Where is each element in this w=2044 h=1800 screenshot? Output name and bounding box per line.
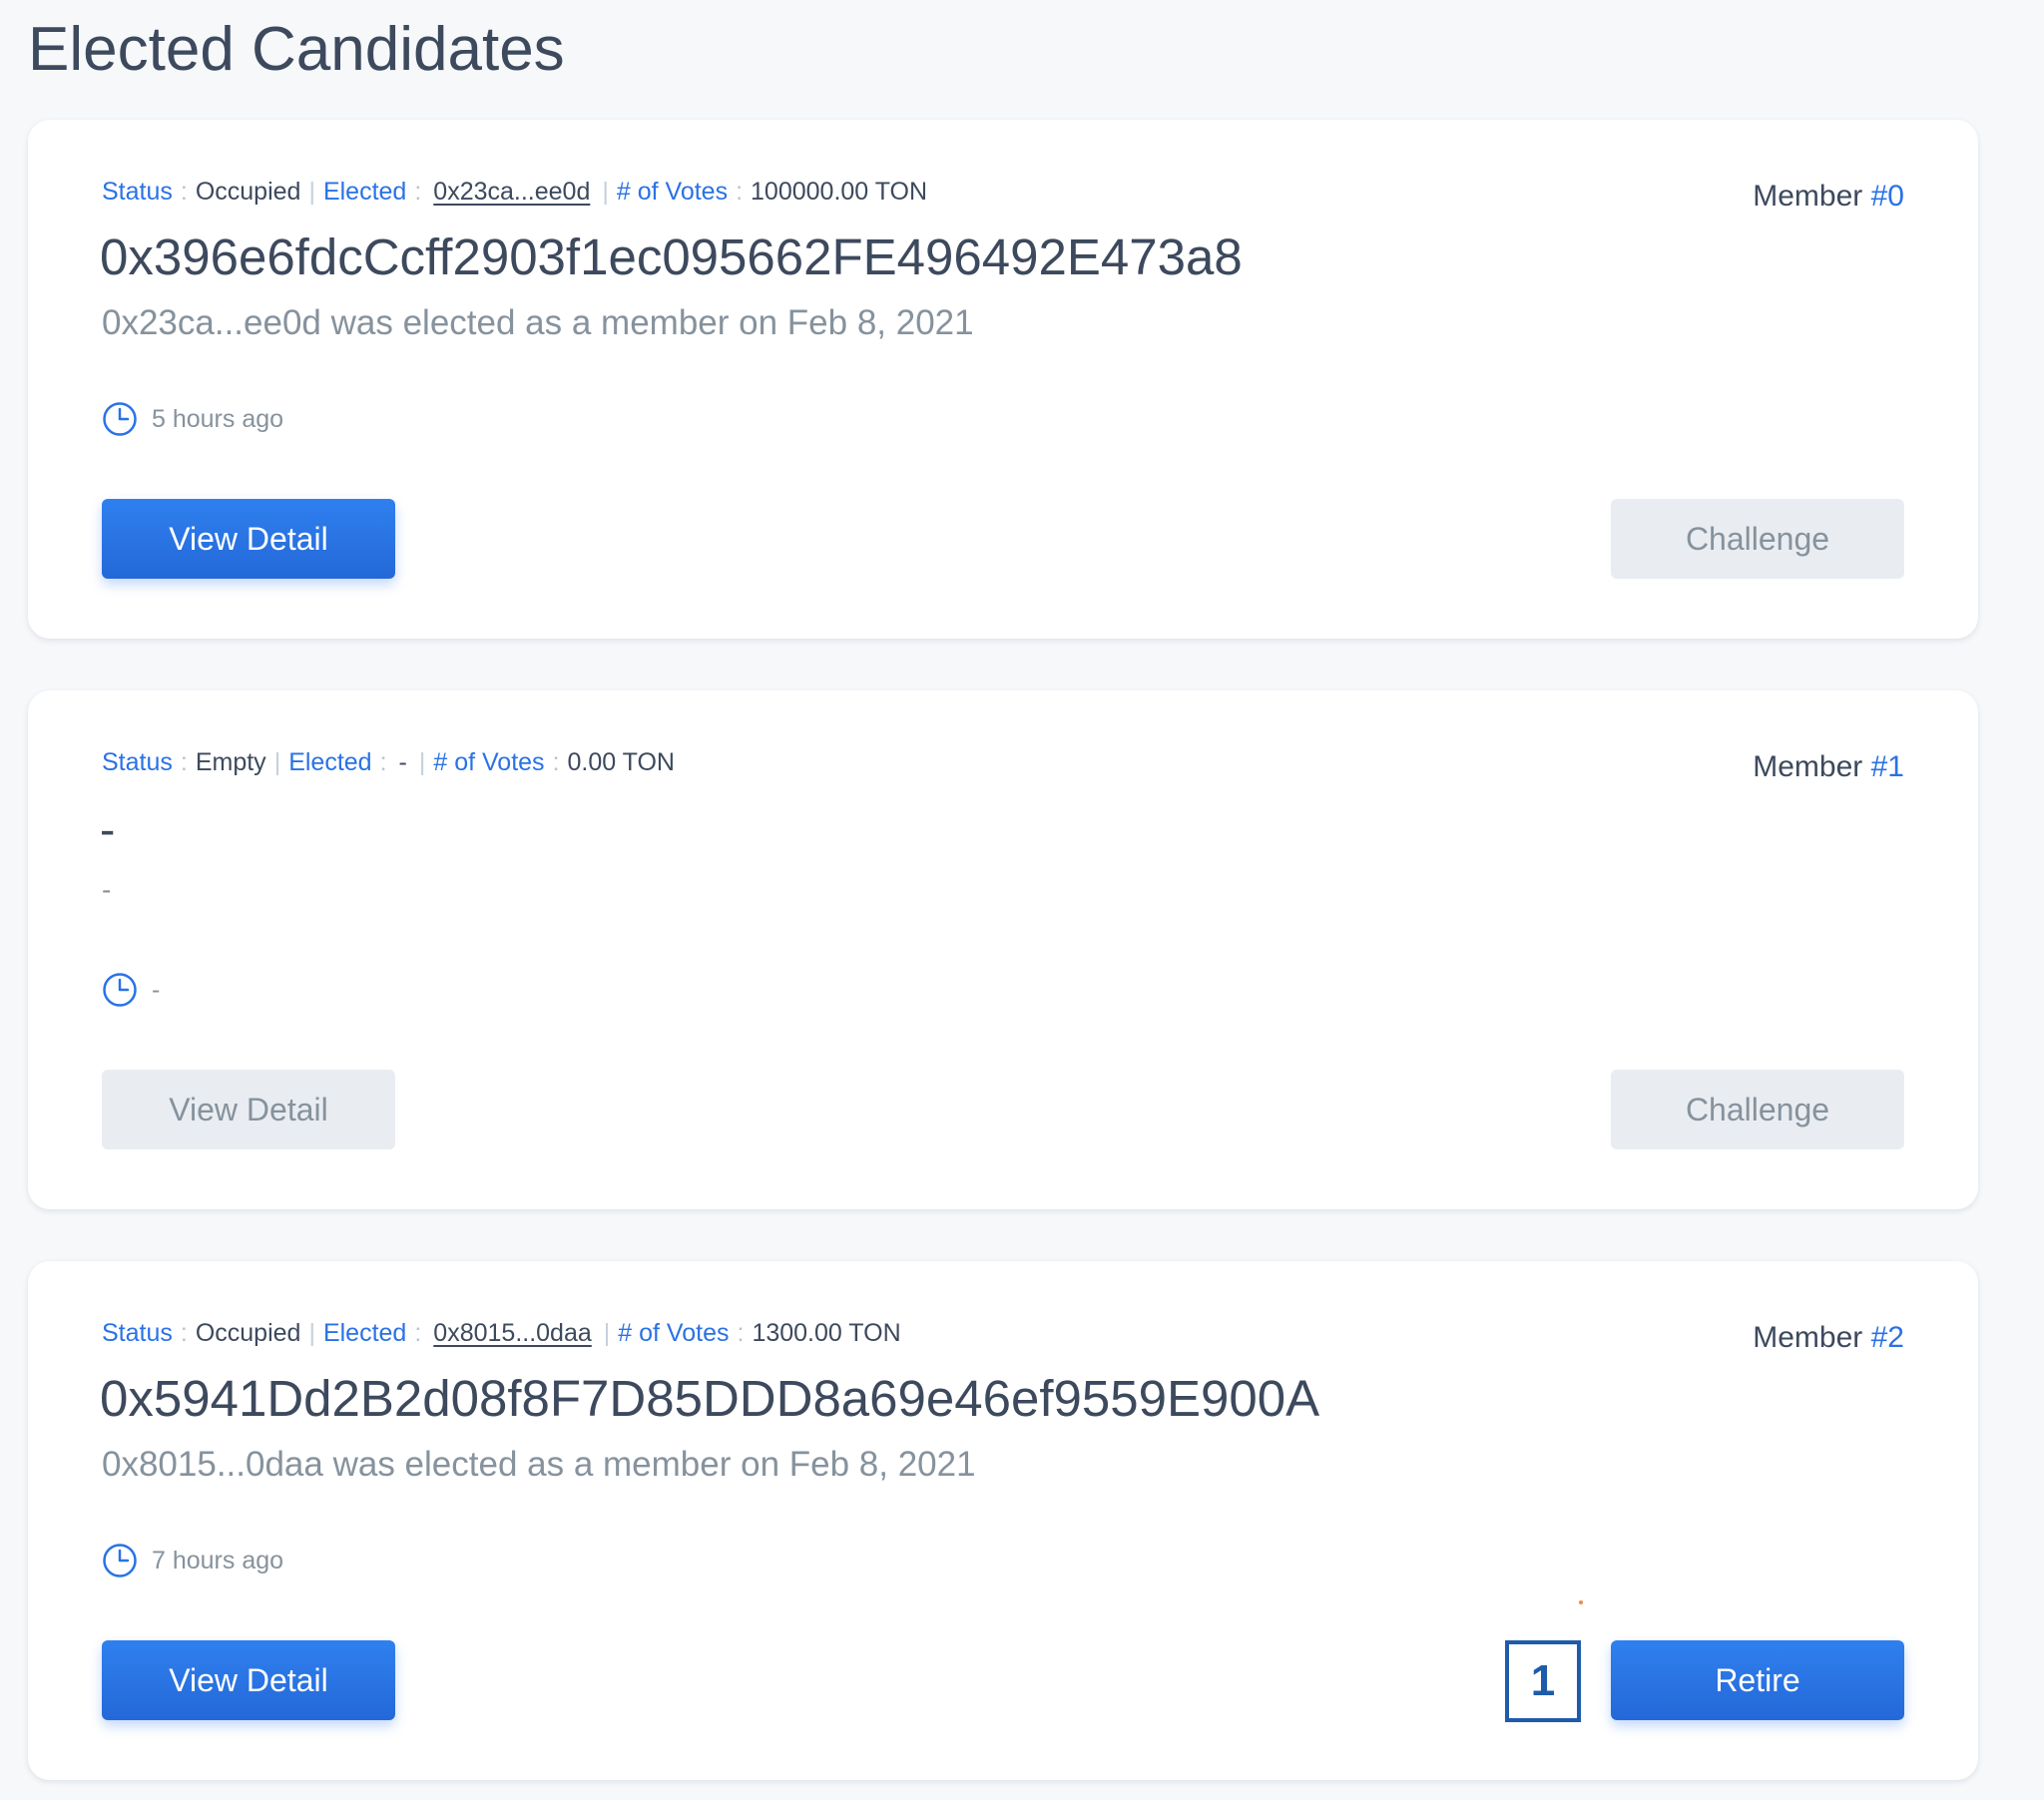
bar-separator: | [603,1319,611,1347]
bar-separator: | [308,1319,315,1347]
time-ago: - [152,975,161,1004]
elected-label: Elected [322,1319,407,1347]
member-number: #0 [1870,180,1904,213]
clock-icon [102,1543,138,1578]
elected-address-link[interactable]: 0x23ca...ee0d [429,178,594,207]
colon-separator: : [414,1319,422,1347]
colon-separator: : [180,1319,188,1347]
status-value: Occupied [195,1319,301,1347]
member-label: Member [1753,1321,1863,1354]
page-title: Elected Candidates [28,15,565,84]
view-detail-button[interactable]: View Detail [102,499,395,579]
card-meta: Status : Empty | Elected : - | # of Vote… [102,748,675,777]
elected-label: Elected [322,178,407,206]
member-number: #1 [1870,750,1904,783]
member-index: Member #2 [1753,1321,1904,1355]
candidate-address: - [100,803,116,855]
candidate-address: 0x396e6fdcCcff2903f1ec095662FE496492E473… [100,228,1243,285]
election-description: 0x23ca...ee0d was elected as a member on… [102,303,974,342]
votes-label: # of Votes [616,178,729,206]
page: Elected Candidates Status : Occupied | E… [0,0,2044,1800]
colon-separator: : [737,1319,745,1347]
elected-address: - [398,748,407,776]
colon-separator: : [414,178,422,206]
bar-separator: | [308,178,315,206]
member-card: Status : Empty | Elected : - | # of Vote… [28,690,1978,1209]
member-card: Status : Occupied | Elected : 0x23ca...e… [28,120,1978,639]
member-card: Status : Occupied | Elected : 0x8015...0… [28,1261,1978,1780]
colon-separator: : [180,748,188,776]
view-detail-button[interactable]: View Detail [102,1640,395,1720]
clock-icon [102,972,138,1008]
card-meta: Status : Occupied | Elected : 0x8015...0… [102,1319,901,1348]
time-row: 5 hours ago [102,401,283,437]
time-ago: 5 hours ago [152,404,284,433]
time-ago: 7 hours ago [152,1546,284,1575]
time-row: 7 hours ago [102,1543,283,1578]
votes-value: 100000.00 TON [751,178,928,206]
election-description: - [102,874,112,905]
bar-separator: | [273,748,281,776]
colon-separator: : [180,178,188,206]
elected-address-link[interactable]: 0x8015...0daa [429,1319,595,1348]
colon-separator: : [736,178,744,206]
cursor-dot [1579,1600,1583,1604]
status-label: Status [102,1319,173,1347]
votes-label: # of Votes [433,748,545,776]
election-description: 0x8015...0daa was elected as a member on… [102,1445,976,1484]
status-value: Empty [195,748,266,776]
votes-value: 1300.00 TON [752,1319,901,1347]
status-label: Status [102,748,173,776]
status-label: Status [102,178,173,206]
clock-icon [102,401,138,437]
colon-separator: : [379,748,387,776]
member-label: Member [1753,180,1863,213]
member-label: Member [1753,750,1863,783]
card-meta: Status : Occupied | Elected : 0x23ca...e… [102,178,927,207]
view-detail-button[interactable]: View Detail [102,1070,395,1149]
member-index: Member #1 [1753,750,1904,784]
retire-button[interactable]: Retire [1611,1640,1904,1720]
status-value: Occupied [195,178,301,206]
bar-separator: | [418,748,426,776]
elected-label: Elected [288,748,372,776]
time-row: - [102,972,160,1008]
annotation-badge: 1 [1505,1640,1581,1722]
member-number: #2 [1870,1321,1904,1354]
challenge-button[interactable]: Challenge [1611,499,1904,579]
colon-separator: : [552,748,560,776]
votes-label: # of Votes [618,1319,730,1347]
candidate-address: 0x5941Dd2B2d08f8F7D85DDD8a69e46ef9559E90… [100,1370,1320,1427]
challenge-button[interactable]: Challenge [1611,1070,1904,1149]
bar-separator: | [602,178,609,206]
votes-value: 0.00 TON [567,748,675,776]
member-index: Member #0 [1753,180,1904,214]
